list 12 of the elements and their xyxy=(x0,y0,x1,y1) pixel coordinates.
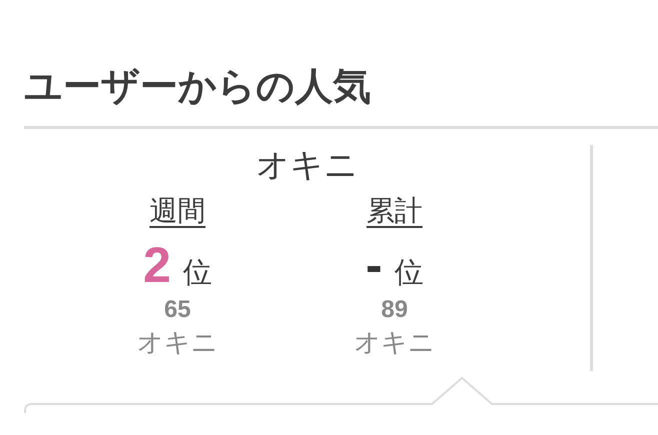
period-link[interactable]: 累計 xyxy=(366,191,422,231)
section-title: ユーザーからの人気 xyxy=(24,63,372,110)
count-unit: オキニ xyxy=(137,327,218,360)
period-link[interactable]: 週間 xyxy=(150,191,206,231)
favorite-count: 65 xyxy=(164,295,191,325)
panel-heading: オキニ xyxy=(256,145,358,185)
rank-value: - xyxy=(366,237,382,293)
favorite-count: 89 xyxy=(381,295,408,325)
count-unit: オキニ xyxy=(354,327,435,360)
rank-suffix: 位 xyxy=(182,254,212,291)
rank-value: 2 xyxy=(143,237,171,293)
rank-suffix: 位 xyxy=(394,254,424,291)
